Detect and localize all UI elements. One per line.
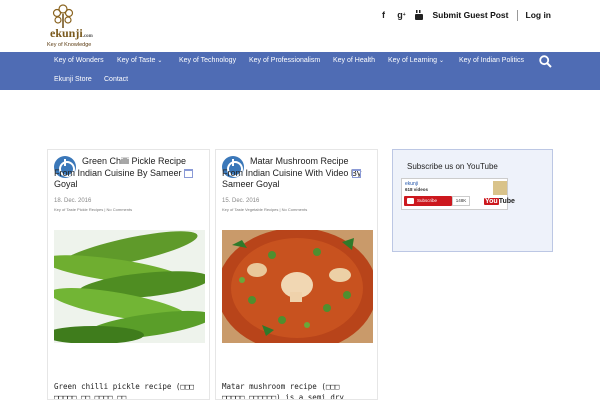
chevron-down-icon: ⌄ (157, 58, 163, 64)
post-card: Matar Mushroom Recipe From Indian Cuisin… (215, 149, 378, 400)
login-link[interactable]: Log in (526, 10, 552, 20)
nav-item-key-of-taste[interactable]: Key of Taste ⌄ (117, 57, 162, 64)
site-logo[interactable]: ekunji.com Key of Knowledge (46, 4, 94, 50)
tree-logo-icon (52, 4, 74, 28)
post-meta[interactable]: Key of Taste Pickle Recipes | No Comment… (54, 207, 132, 212)
nav-item-key-of-technology[interactable]: Key of Technology (179, 57, 236, 64)
post-excerpt: Green chilli pickle recipe (□□□ □□□□□ □□… (54, 382, 194, 400)
post-meta[interactable]: Key of Taste Vegetable Recipes | No Comm… (222, 207, 307, 212)
post-thumbnail-matar-mushroom[interactable] (222, 230, 373, 343)
nav-item-key-of-learning[interactable]: Key of Learning ⌄ (388, 57, 444, 64)
header-actions: f g + Submit Guest Post Log in (378, 8, 551, 22)
subscriber-count: 148K (452, 196, 470, 206)
post-thumbnail-green-chilli[interactable] (54, 230, 205, 343)
logo-brand: ekunji.com (50, 26, 93, 40)
nav-item-key-of-health[interactable]: Key of Health (333, 57, 375, 64)
calendar-icon (352, 169, 361, 178)
post-card: Green Chilli Pickle Recipe From Indian C… (47, 149, 210, 400)
chevron-down-icon: ⌄ (439, 58, 445, 64)
youtube-subscribe-widget: Subscribe us on YouTube ekunji 618 video… (392, 149, 553, 252)
post-title[interactable]: Green Chilli Pickle Recipe From Indian C… (54, 156, 202, 191)
nav-item-key-of-wonders[interactable]: Key of Wonders (54, 57, 104, 64)
post-date: 15. Dec. 2016 (222, 198, 260, 204)
widget-title: Subscribe us on YouTube (407, 162, 498, 171)
post-excerpt: Matar mushroom recipe (□□□ □□□□□ □□□□□□)… (222, 382, 344, 400)
main-navigation: Key of Wonders Key of Taste ⌄ Key of Tech… (0, 52, 600, 90)
nav-item-ekunji-store[interactable]: Ekunji Store (54, 76, 92, 83)
logo-tagline: Key of Knowledge (47, 42, 92, 48)
search-icon[interactable] (539, 55, 552, 68)
nav-item-contact[interactable]: Contact (104, 76, 128, 83)
video-count: 618 videos (405, 187, 429, 192)
site-header: ekunji.com Key of Knowledge f g + Submit … (0, 0, 600, 52)
nav-item-key-of-professionalism[interactable]: Key of Professionalism (249, 57, 320, 64)
post-title[interactable]: Matar Mushroom Recipe From Indian Cuisin… (222, 156, 370, 191)
facebook-icon[interactable]: f (378, 9, 388, 21)
post-date: 18. Dec. 2016 (54, 198, 92, 204)
google-plus-icon[interactable]: g + (396, 9, 406, 21)
nav-item-key-of-indian-politics[interactable]: Key of Indian Politics (459, 57, 524, 64)
youtube-logo: YouTube (484, 198, 515, 205)
subscribe-button[interactable]: Subscribe (404, 196, 452, 206)
calendar-icon (184, 169, 193, 178)
submit-guest-post-link[interactable]: Submit Guest Post (432, 10, 508, 20)
youtube-channel-box: ekunji 618 videos Subscribe 148K YouTube (401, 178, 515, 210)
channel-avatar[interactable] (493, 181, 507, 195)
youtube-play-icon (407, 198, 414, 204)
youtube-icon[interactable] (414, 9, 424, 21)
header-divider (516, 9, 518, 21)
